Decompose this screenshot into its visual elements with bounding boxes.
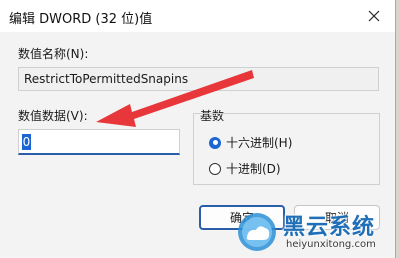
radio-decimal-label: 十进制(D) — [226, 162, 281, 176]
dialog-title: 编辑 DWORD (32 位)值 — [9, 12, 153, 27]
radio-button-unchecked[interactable] — [209, 162, 221, 175]
value-data-label: 数值数据(V): — [18, 109, 88, 123]
radio-hexadecimal[interactable]: 十六进制(H) — [209, 134, 292, 151]
radio-hexadecimal-label: 十六进制(H) — [226, 136, 293, 150]
value-name-label: 数值名称(N): — [18, 47, 89, 61]
value-name-text: RestrictToPermittedSnapins — [24, 72, 189, 86]
edit-dword-dialog: 编辑 DWORD (32 位)值 数值名称(N): RestrictToPerm… — [0, 0, 396, 258]
close-icon — [368, 10, 380, 22]
title-bar: 编辑 DWORD (32 位)值 — [0, 0, 395, 32]
ok-button-label: 确定 — [229, 211, 254, 225]
cancel-button[interactable]: 取消 — [294, 205, 380, 230]
value-data-selection: 0 — [22, 134, 31, 150]
ok-button[interactable]: 确定 — [199, 205, 285, 230]
radio-decimal[interactable]: 十进制(D) — [209, 160, 281, 177]
value-name-field: RestrictToPermittedSnapins — [18, 67, 379, 91]
cancel-button-label: 取消 — [324, 211, 349, 225]
radio-button-checked[interactable] — [209, 136, 221, 149]
value-data-input[interactable] — [18, 129, 180, 155]
close-button[interactable] — [361, 3, 387, 29]
